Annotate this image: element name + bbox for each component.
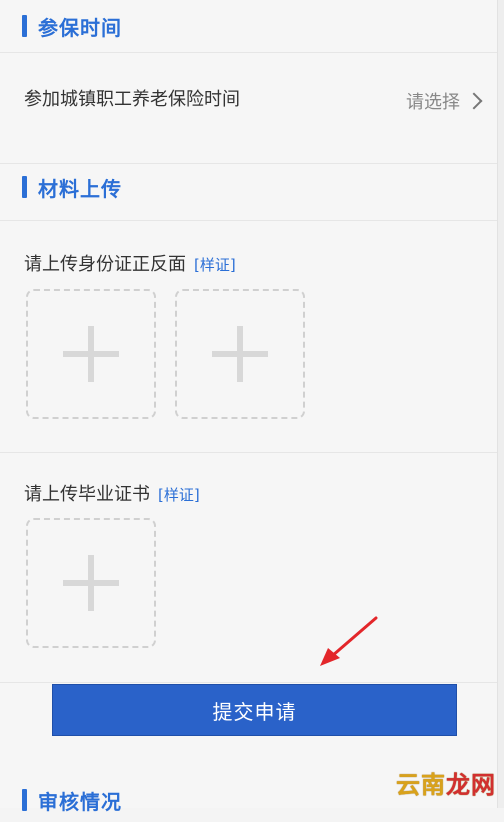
plus-icon bbox=[63, 326, 119, 382]
diploma-upload-text: 请上传毕业证书 bbox=[24, 484, 150, 505]
watermark-text-right: 龙网 bbox=[446, 771, 496, 799]
section-marker bbox=[22, 176, 27, 198]
section-header-materials: 材料上传 bbox=[0, 165, 498, 209]
form-page: 参保时间 参加城镇职工养老保险时间 请选择 材料上传 请上传身份证正反面 [样证]… bbox=[0, 0, 504, 814]
section-title-review: 审核情况 bbox=[38, 789, 122, 814]
id-card-upload-text: 请上传身份证正反面 bbox=[24, 254, 186, 275]
divider bbox=[0, 52, 498, 53]
insurance-time-placeholder: 请选择 bbox=[406, 92, 460, 113]
divider bbox=[0, 220, 498, 221]
annotation-arrow-icon bbox=[320, 616, 378, 666]
watermark-text-left: 云南 bbox=[396, 771, 446, 799]
id-card-back-upload[interactable] bbox=[175, 289, 305, 419]
section-title-insurance-time: 参保时间 bbox=[38, 15, 122, 40]
id-card-sample-link[interactable]: [样证] bbox=[194, 256, 236, 274]
divider bbox=[0, 163, 498, 164]
id-card-front-upload[interactable] bbox=[26, 289, 156, 419]
plus-icon bbox=[212, 326, 268, 382]
section-header-insurance-time: 参保时间 bbox=[0, 4, 498, 48]
diploma-upload-label: 请上传毕业证书 [样证] bbox=[24, 480, 200, 506]
scrollbar-track bbox=[497, 0, 504, 808]
insurance-time-select[interactable]: 请选择 bbox=[406, 88, 483, 114]
section-marker bbox=[22, 15, 27, 37]
diploma-sample-link[interactable]: [样证] bbox=[158, 486, 200, 504]
diploma-upload[interactable] bbox=[26, 518, 156, 648]
chevron-right-icon bbox=[465, 92, 483, 110]
divider bbox=[0, 452, 498, 453]
watermark-logo: 云南龙网 bbox=[396, 765, 496, 800]
plus-icon bbox=[63, 555, 119, 611]
insurance-time-label: 参加城镇职工养老保险时间 bbox=[24, 89, 240, 110]
submit-application-button[interactable]: 提交申请 bbox=[52, 684, 457, 736]
id-card-upload-label: 请上传身份证正反面 [样证] bbox=[24, 250, 236, 276]
divider bbox=[0, 682, 498, 683]
section-title-materials: 材料上传 bbox=[38, 176, 122, 201]
